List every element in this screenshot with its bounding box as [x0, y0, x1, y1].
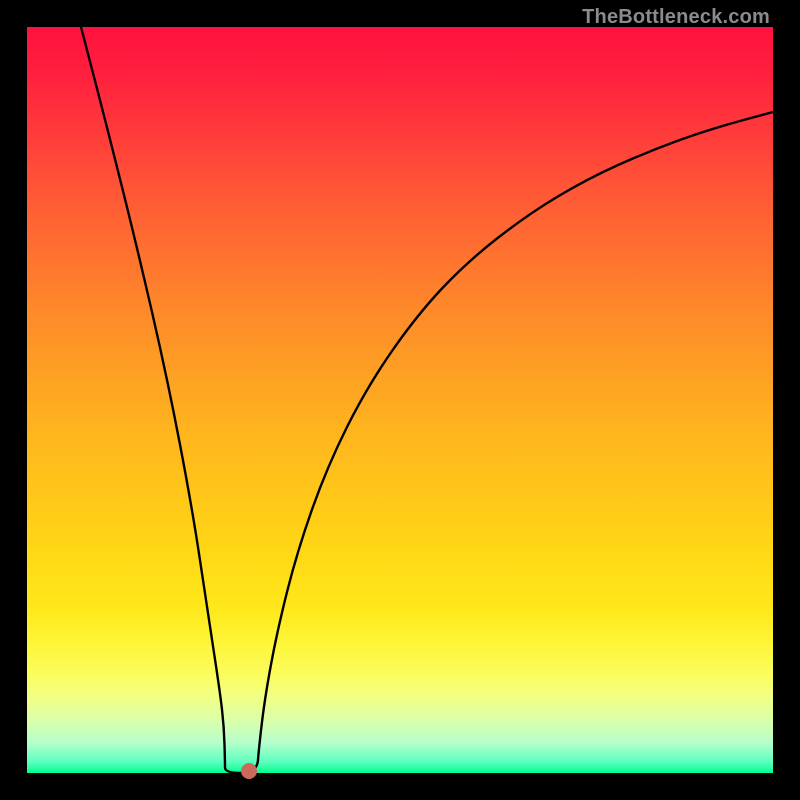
watermark-text: TheBottleneck.com: [582, 6, 770, 29]
marker-dot: [241, 763, 257, 779]
bottleneck-curve: [81, 27, 773, 773]
plot-area: [27, 27, 773, 773]
chart-frame: TheBottleneck.com: [0, 0, 800, 800]
curve-svg: [27, 27, 773, 773]
